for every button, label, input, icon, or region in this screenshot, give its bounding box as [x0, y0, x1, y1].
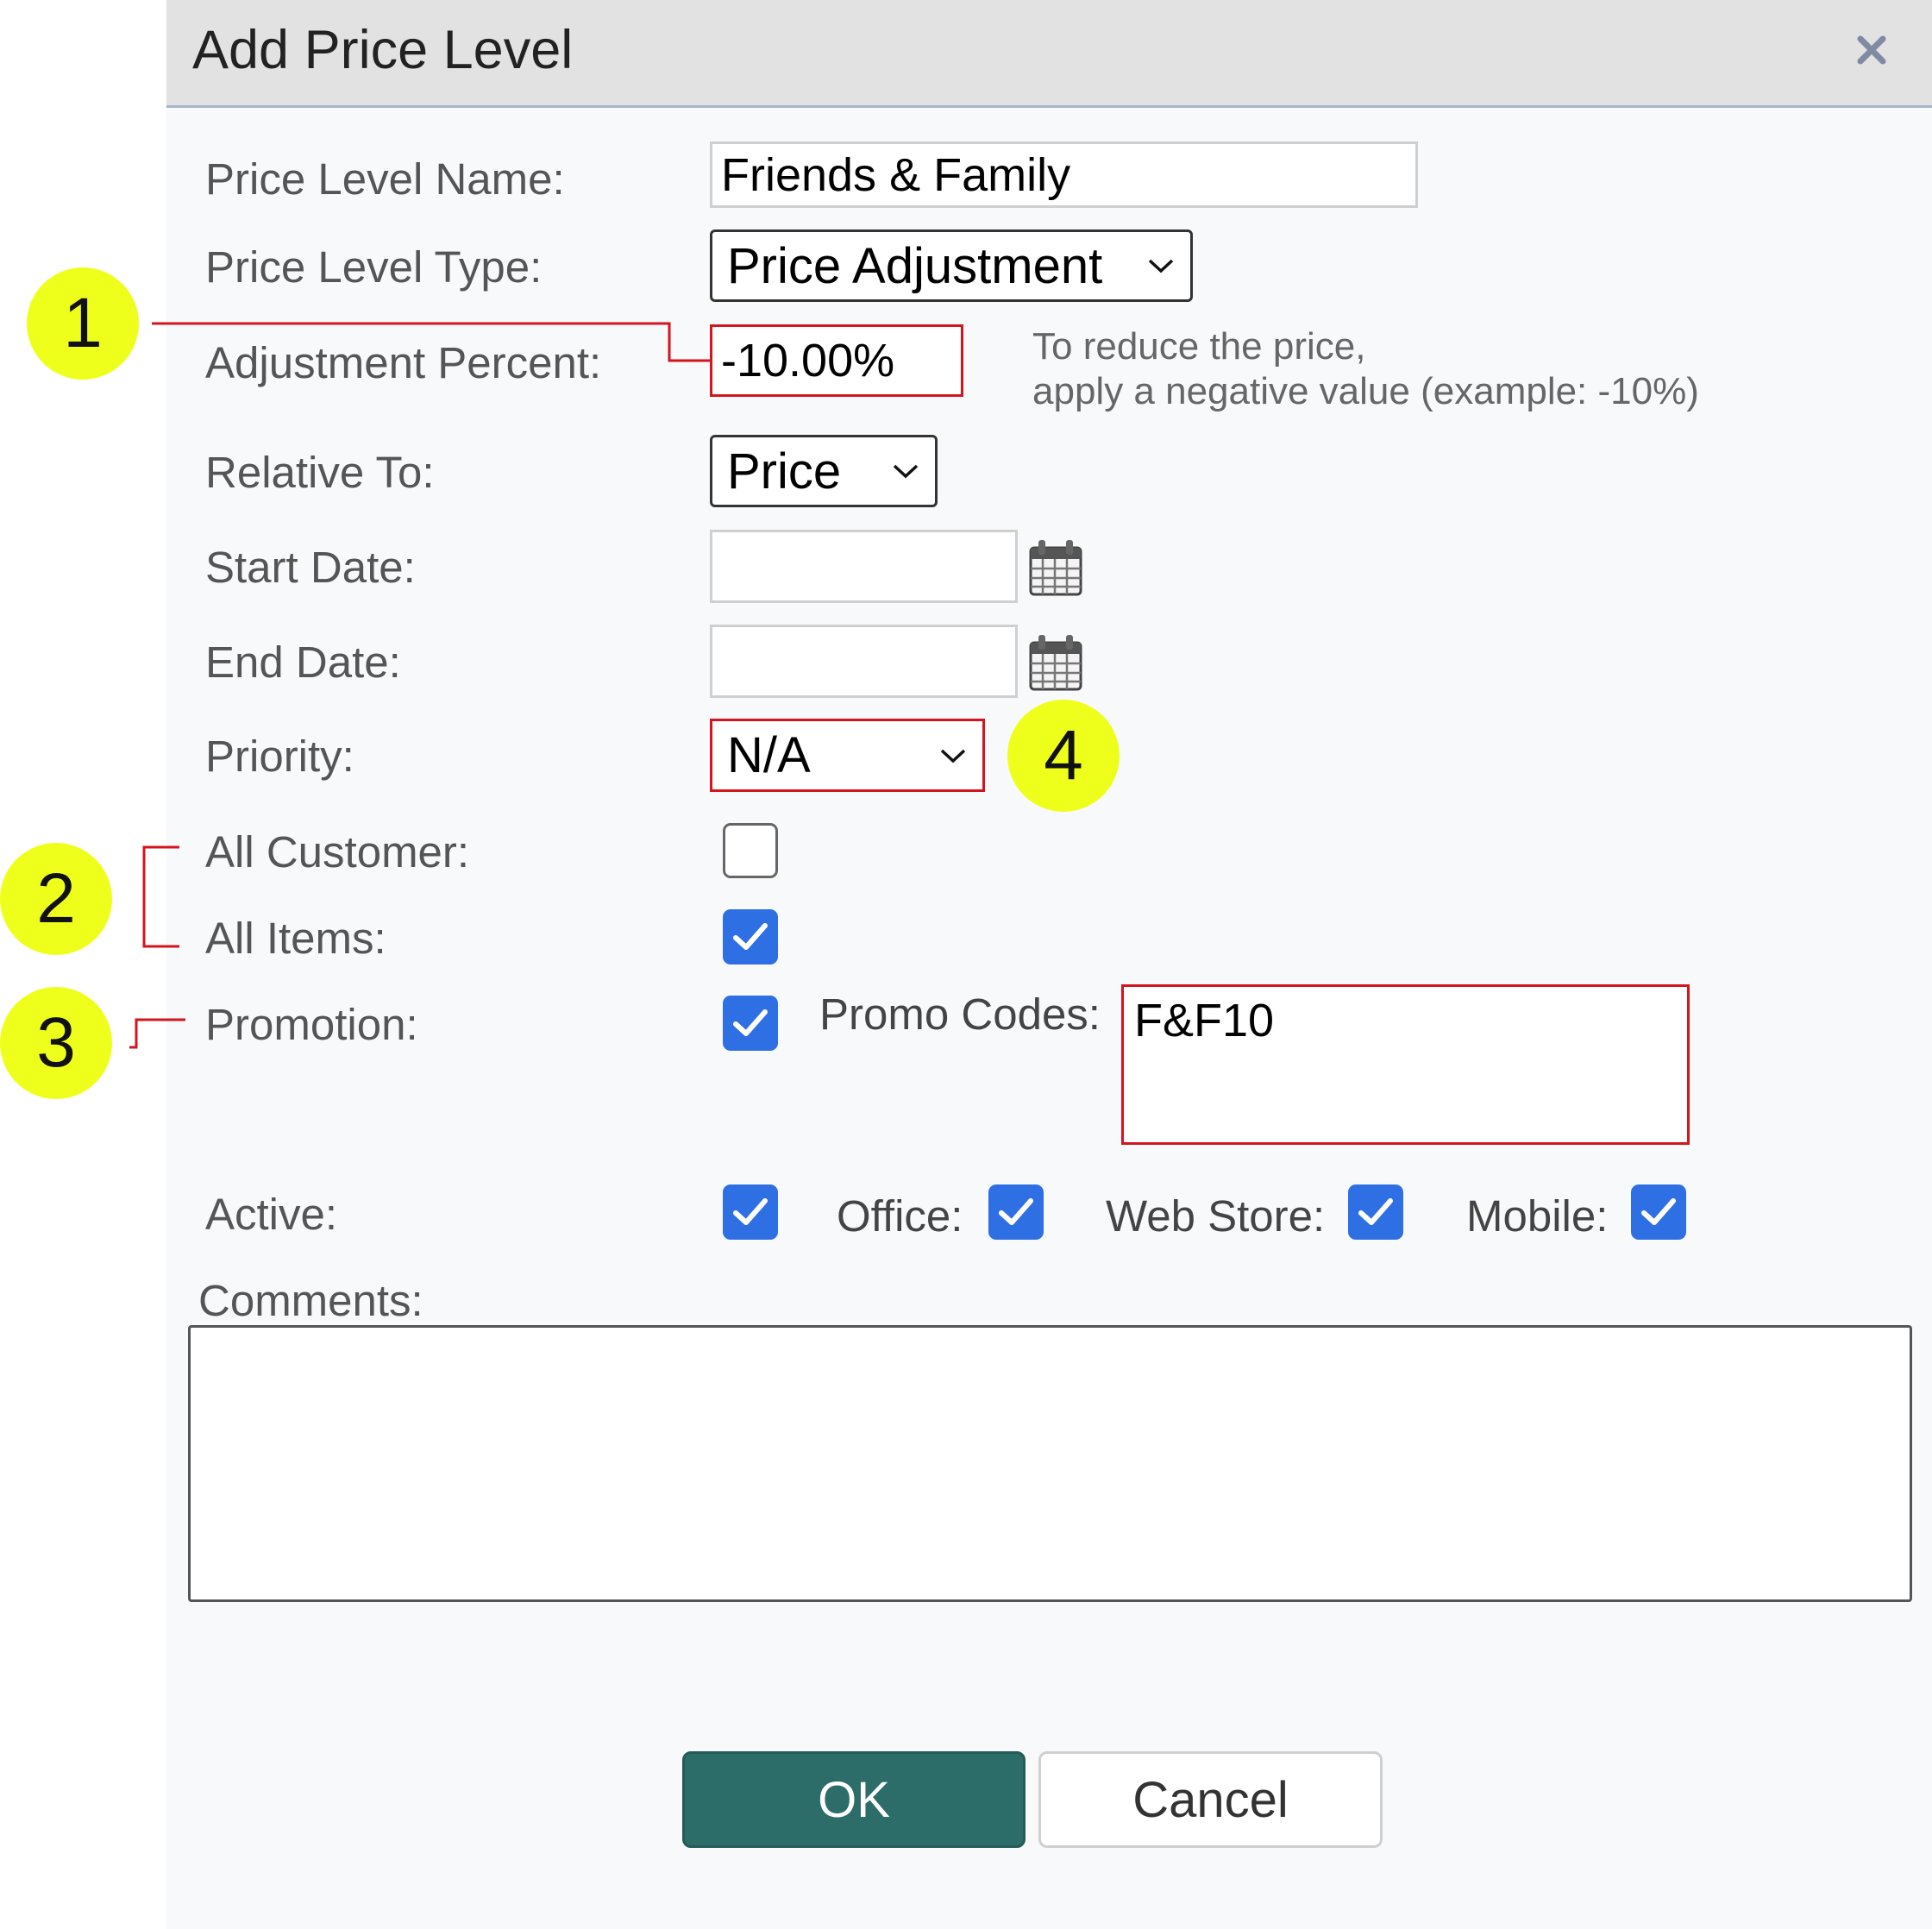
- callout-bracket-2: [142, 845, 179, 948]
- annotation-badge-3: 3: [0, 987, 112, 1099]
- annotation-badge-2: 2: [0, 843, 112, 955]
- callout-line-3: [129, 1018, 185, 1049]
- annotation-lines: [129, 322, 710, 1049]
- callout-line-1: [152, 322, 710, 362]
- annotation-badge-4: 4: [1007, 700, 1120, 812]
- annotation-badge-1: 1: [27, 267, 139, 380]
